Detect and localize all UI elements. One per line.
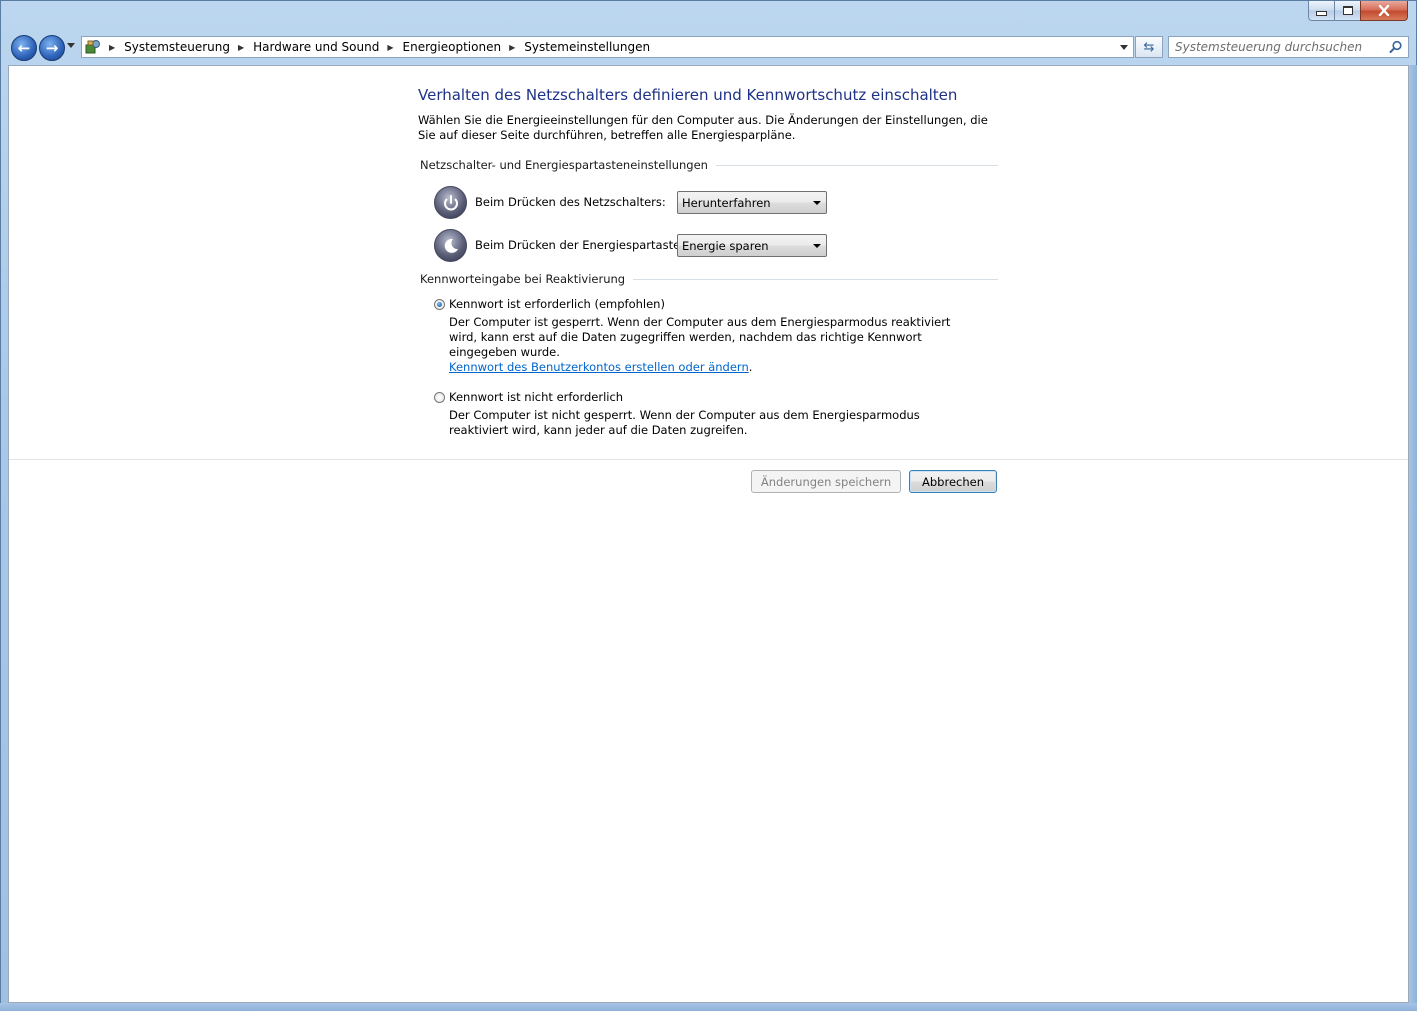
back-arrow-icon: ← (17, 39, 31, 57)
refresh-button[interactable]: ⇆ (1135, 36, 1163, 58)
window-controls (1308, 1, 1408, 21)
power-button-setting: Beim Drücken des Netzschalters: Herunter… (418, 186, 998, 229)
cancel-button[interactable]: Abbrechen (909, 470, 997, 493)
refresh-icon: ⇆ (1143, 39, 1155, 55)
save-changes-button[interactable]: Änderungen speichern (751, 470, 901, 493)
search-icon[interactable] (1389, 40, 1403, 54)
intro-text: Wählen Sie die Energieeinstellungen für … (418, 113, 988, 142)
password-required-label[interactable]: Kennwort ist erforderlich (empfohlen) (433, 297, 998, 312)
sleep-button-select[interactable]: Energie sparen (677, 234, 827, 257)
sleep-button-icon (434, 229, 467, 262)
chevron-down-icon (813, 243, 821, 248)
power-button-label: Beim Drücken des Netzschalters: (475, 195, 666, 209)
forward-arrow-icon: → (45, 39, 59, 57)
password-not-required-desc: Der Computer ist nicht gesperrt. Wenn de… (449, 408, 920, 437)
address-dropdown-icon[interactable] (1120, 44, 1128, 50)
address-bar[interactable]: ▶ Systemsteuerung ▶ Hardware und Sound ▶ E… (81, 36, 1134, 58)
close-icon (1378, 5, 1390, 16)
power-button-icon (434, 186, 467, 219)
breadcrumb-chevron-icon[interactable]: ▶ (509, 43, 515, 52)
forward-button[interactable]: → (39, 35, 65, 61)
navigation-bar: ← → ▶ Systemsteuerung ▶ Hardware und Soun… (1, 33, 1417, 61)
restore-icon (1342, 6, 1353, 15)
password-group-heading: Kennworteingabe bei Reaktivierung (418, 272, 998, 286)
search-box (1168, 36, 1409, 58)
minimize-button[interactable] (1308, 1, 1335, 21)
control-panel-icon (85, 39, 101, 55)
group-divider (715, 164, 998, 166)
password-required-radio[interactable] (434, 299, 445, 310)
breadcrumb-sep-root[interactable]: ▶ (101, 43, 124, 52)
page-title: Verhalten des Netzschalters definieren u… (418, 86, 958, 104)
minimize-icon (1316, 11, 1327, 16)
sleep-button-setting: Beim Drücken der Energiespartaste: Energ… (418, 229, 998, 272)
change-password-link[interactable]: Kennwort des Benutzerkontos erstellen od… (449, 360, 749, 374)
back-button[interactable]: ← (11, 35, 37, 61)
content-pane: Verhalten des Netzschalters definieren u… (8, 65, 1409, 1003)
breadcrumb-item[interactable]: Hardware und Sound ▶ (253, 40, 402, 54)
breadcrumb-item[interactable]: Systemeinstellungen (524, 40, 650, 54)
password-required-desc: Der Computer ist gesperrt. Wenn der Comp… (449, 315, 951, 374)
recent-pages-button[interactable] (67, 43, 75, 48)
sleep-button-label: Beim Drücken der Energiespartaste: (475, 238, 685, 252)
settings-panel: Verhalten des Netzschalters definieren u… (418, 86, 998, 438)
footer-divider (9, 459, 1408, 460)
maximize-button[interactable] (1334, 1, 1361, 21)
password-required-option[interactable]: Kennwort ist erforderlich (empfohlen) De… (433, 297, 998, 375)
breadcrumb-item[interactable]: Energieoptionen ▶ (403, 40, 525, 54)
breadcrumb-item[interactable]: Systemsteuerung ▶ (124, 40, 253, 54)
breadcrumb-chevron-icon[interactable]: ▶ (238, 43, 244, 52)
breadcrumb-chevron-icon[interactable]: ▶ (387, 43, 393, 52)
window-right-edge (1409, 65, 1417, 1003)
password-not-required-radio[interactable] (434, 392, 445, 403)
close-button[interactable] (1360, 1, 1408, 21)
chevron-down-icon (813, 200, 821, 205)
password-not-required-label[interactable]: Kennwort ist nicht erforderlich (433, 390, 998, 405)
search-input[interactable] (1169, 39, 1389, 55)
buttons-group-heading: Netzschalter- und Energiespartasteneinst… (418, 158, 998, 172)
window-bottom-edge (0, 1003, 1417, 1011)
password-not-required-option[interactable]: Kennwort ist nicht erforderlich Der Comp… (433, 390, 998, 438)
group-divider (633, 278, 998, 280)
power-button-select[interactable]: Herunterfahren (677, 191, 827, 214)
